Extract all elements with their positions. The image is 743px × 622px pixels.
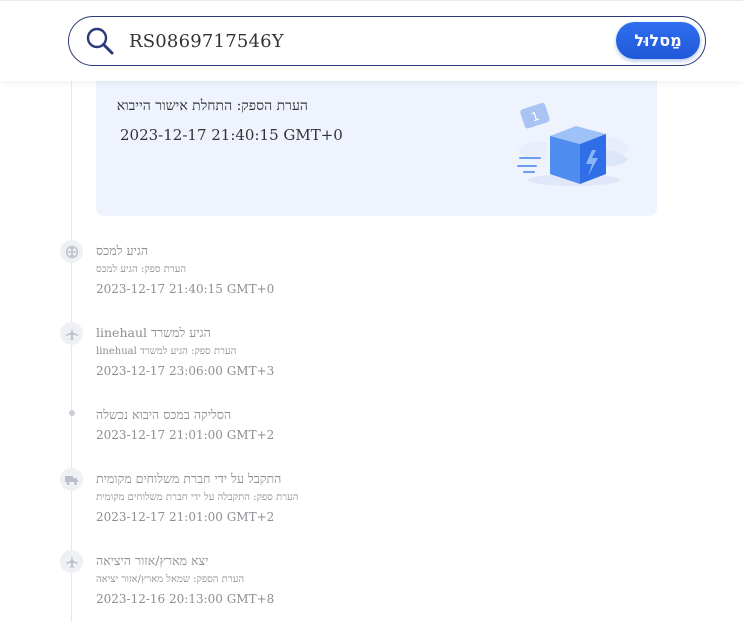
event-title: הגיע למכס xyxy=(96,243,149,258)
event-time: 2023-12-16 20:13:00 GMT+8 xyxy=(96,592,275,606)
latest-event-card: הערת הספק: התחלת אישור הייבוא 2023-12-17… xyxy=(96,72,657,216)
package-box-icon: 1 xyxy=(517,102,630,186)
event-time: 2023-12-17 21:01:00 GMT+2 xyxy=(96,510,275,524)
event-note: linehual הערת ספק: הגיע למשרד xyxy=(96,346,237,357)
event-time: 2023-12-17 23:06:00 GMT+3 xyxy=(96,364,275,378)
event-title: יצא מארץ/אזור היציאה xyxy=(96,553,209,568)
top-bar: RS0869717546Y מַסלוּל xyxy=(0,0,743,81)
event-time: 2023-12-17 21:01:00 GMT+2 xyxy=(96,428,275,442)
timeline-line xyxy=(71,80,72,622)
event-title: linehaul הגיע למשרד xyxy=(96,325,211,340)
truck-icon xyxy=(60,468,83,491)
event-title: הסליקה במכס היבוא נכשלה xyxy=(96,407,232,422)
customs-icon xyxy=(60,240,83,263)
event-note: הערת ספק: התקבלה על ידי חברת משלוחים מקו… xyxy=(96,492,299,503)
search-box: RS0869717546Y מַסלוּל xyxy=(68,16,706,66)
search-input[interactable]: RS0869717546Y xyxy=(129,31,284,52)
latest-event-time: 2023-12-17 21:40:15 GMT+0 xyxy=(120,126,343,144)
event-time: 2023-12-17 21:40:15 GMT+0 xyxy=(96,282,275,296)
dot-icon xyxy=(69,410,75,416)
latest-event-note: הערת הספק: התחלת אישור הייבוא xyxy=(116,98,308,114)
event-note: הערת ספק: הגיע למכס xyxy=(96,264,187,275)
search-icon[interactable] xyxy=(85,26,115,56)
airplane-icon xyxy=(60,322,83,345)
event-title: התקבל על ידי חברת משלוחים מקומית xyxy=(96,471,282,486)
track-button[interactable]: מַסלוּל xyxy=(616,22,700,59)
airplane-icon xyxy=(60,550,83,573)
event-note: הערת הספק: שמאל מארץ/אזור יציאה xyxy=(96,574,245,585)
